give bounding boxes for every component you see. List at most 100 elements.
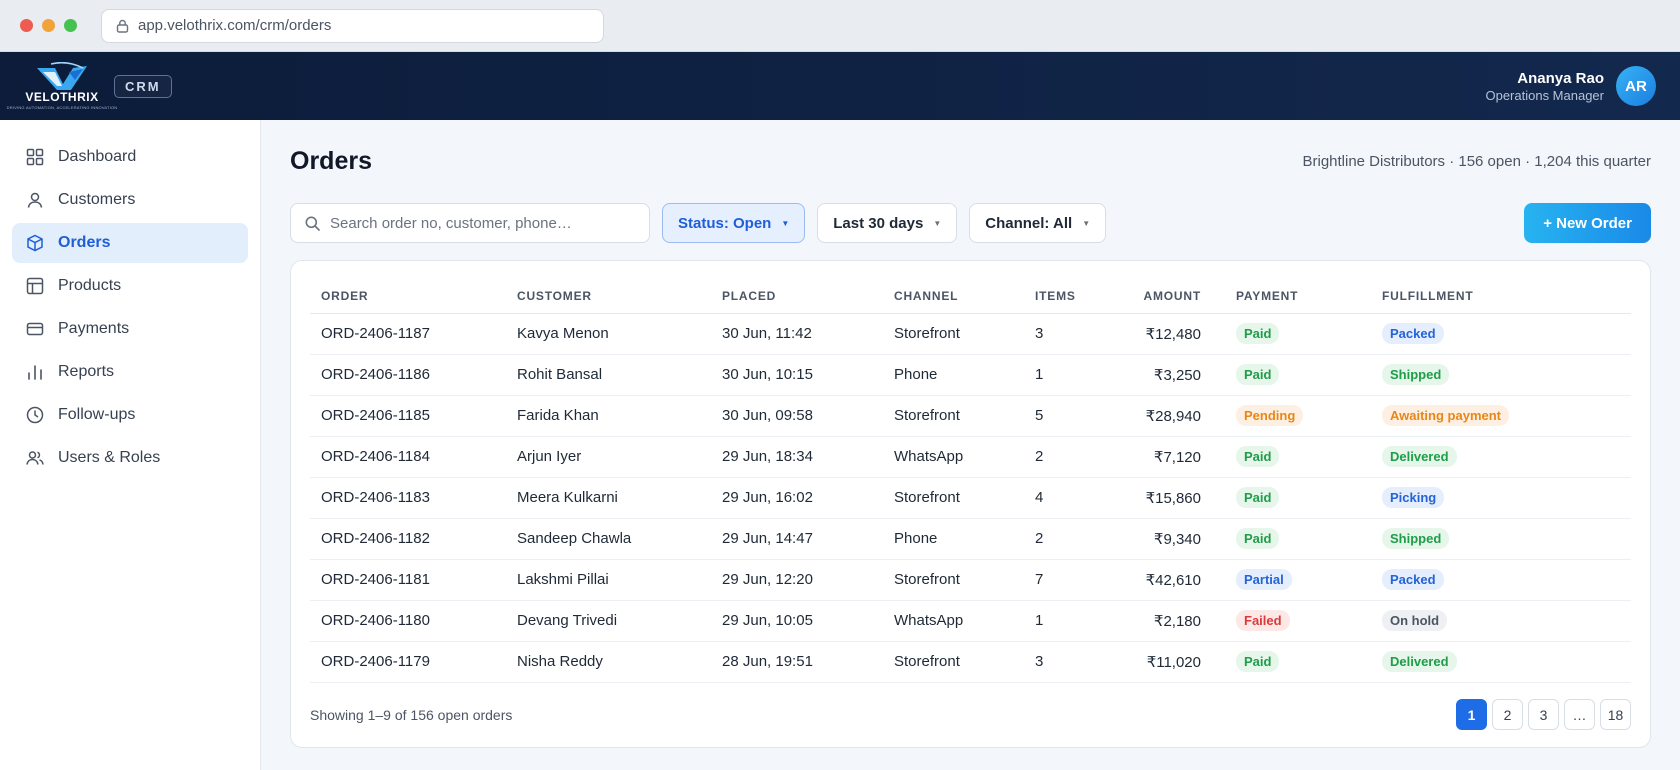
order-number: ORD-2406-1184 [310,436,506,478]
column-header-placed[interactable]: PLACED [711,279,883,314]
brand-name: VELOTHRIX [25,90,99,104]
minimize-window-button[interactable] [42,19,55,32]
cell-payment: Pending [1225,395,1371,437]
sidebar-item-follow-ups[interactable]: Follow-ups [12,395,248,435]
sidebar-item-orders[interactable]: Orders [12,223,248,263]
channel: Phone [883,354,1024,396]
table-row[interactable]: ORD-2406-1181 Lakshmi Pillai 29 Jun, 12:20… [310,559,1631,601]
order-amount: ₹3,250 [1112,354,1225,396]
table-row[interactable]: ORD-2406-1186 Rohit Bansal 30 Jun, 10:15 Ph… [310,354,1631,396]
order-number: ORD-2406-1182 [310,518,506,560]
customer-name: Rohit Bansal [506,354,711,396]
cell-fulfillment: Packed [1371,313,1631,355]
column-header-order[interactable]: ORDER [310,279,506,314]
customer-name: Devang Trivedi [506,600,711,642]
table-row[interactable]: ORD-2406-1180 Devang Trivedi 29 Jun, 10:05… [310,600,1631,642]
close-window-button[interactable] [20,19,33,32]
payment-status-badge: Paid [1236,651,1280,672]
sidebar-item-products[interactable]: Products [12,266,248,306]
channel: Storefront [883,313,1024,355]
search-box[interactable] [290,203,650,243]
table-row[interactable]: ORD-2406-1179 Nisha Reddy 28 Jun, 19:51 Sto… [310,641,1631,683]
payment-status-badge: Paid [1236,323,1280,344]
chevron-down-icon: ▼ [1082,218,1091,228]
page-button-1[interactable]: 1 [1456,699,1487,730]
card-icon [26,322,44,336]
maximize-window-button[interactable] [64,19,77,32]
url-text: app.velothrix.com/crm/orders [138,17,332,34]
customer-name: Nisha Reddy [506,641,711,683]
customer-name: Kavya Menon [506,313,711,355]
page-button-last[interactable]: 18 [1600,699,1631,730]
cell-fulfillment: Picking [1371,477,1631,519]
brand-tagline: DRIVING AUTOMATION, ACCELERATING INNOVAT… [6,105,118,110]
velothrix-logo-icon [37,62,87,90]
brand-logo[interactable]: VELOTHRIX DRIVING AUTOMATION, ACCELERATI… [7,62,117,110]
sidebar-item-label: Payments [58,320,130,337]
search-input[interactable] [330,214,630,232]
payment-status-badge: Failed [1236,610,1290,631]
order-amount: ₹15,860 [1112,477,1225,519]
sidebar-item-dashboard[interactable]: Dashboard [12,137,248,177]
sidebar-item-reports[interactable]: Reports [12,352,248,392]
fulfillment-status-badge: Shipped [1382,364,1450,385]
column-header-channel[interactable]: CHANNEL [883,279,1024,314]
sidebar-item-label: Customers [58,191,136,208]
page-title: Orders [290,147,372,175]
column-header-fulfillment[interactable]: FULFILLMENT [1371,279,1631,314]
order-number: ORD-2406-1179 [310,641,506,683]
order-number: ORD-2406-1187 [310,313,506,355]
address-bar[interactable]: app.velothrix.com/crm/orders [101,8,604,43]
account-summary: Brightline Distributors · 156 open · 1,2… [1302,153,1651,170]
avatar[interactable]: AR [1616,66,1656,106]
channel-filter[interactable]: Channel: All ▼ [969,203,1107,243]
customer-name: Lakshmi Pillai [506,559,711,601]
cell-fulfillment: Awaiting payment [1371,395,1631,437]
app-header: VELOTHRIX DRIVING AUTOMATION, ACCELERATI… [0,52,1680,120]
column-header-payment[interactable]: PAYMENT [1225,279,1371,314]
browser-chrome: app.velothrix.com/crm/orders [0,0,1680,52]
page-ellipsis: … [1564,699,1595,730]
table-row[interactable]: ORD-2406-1184 Arjun Iyer 29 Jun, 18:34 What… [310,436,1631,478]
page-button-3[interactable]: 3 [1528,699,1559,730]
channel: Storefront [883,641,1024,683]
sidebar-item-label: Products [58,277,122,294]
cell-fulfillment: Delivered [1371,641,1631,683]
placed-date: 30 Jun, 11:42 [711,313,883,355]
item-count: 5 [1024,395,1112,437]
cell-fulfillment: On hold [1371,600,1631,642]
column-header-amount[interactable]: AMOUNT [1112,279,1225,314]
sidebar-item-label: Dashboard [58,148,137,165]
new-order-button[interactable]: + New Order [1524,203,1651,243]
sidebar-item-customers[interactable]: Customers [12,180,248,220]
table-row[interactable]: ORD-2406-1182 Sandeep Chawla 29 Jun, 14:47… [310,518,1631,560]
box-icon [27,234,43,252]
customer-name: Farida Khan [506,395,711,437]
table-row[interactable]: ORD-2406-1183 Meera Kulkarni 29 Jun, 16:02… [310,477,1631,519]
table-row[interactable]: ORD-2406-1187 Kavya Menon 30 Jun, 11:42 Sto… [310,313,1631,355]
placed-date: 28 Jun, 19:51 [711,641,883,683]
customer-name: Meera Kulkarni [506,477,711,519]
cell-fulfillment: Delivered [1371,436,1631,478]
fulfillment-status-badge: On hold [1382,610,1448,631]
sidebar-item-label: Follow-ups [58,406,136,423]
sidebar-item-payments[interactable]: Payments [12,309,248,349]
date-range-filter[interactable]: Last 30 days ▼ [817,203,958,243]
cell-payment: Paid [1225,436,1371,478]
bar-chart-icon [28,365,42,380]
payment-status-badge: Paid [1236,364,1280,385]
order-amount: ₹28,940 [1112,395,1225,437]
channel: Storefront [883,559,1024,601]
status-filter[interactable]: Status: Open ▼ [662,203,806,243]
user-menu[interactable]: Ananya Rao Operations Manager AR [1485,66,1656,106]
title-row: Orders Brightline Distributors · 156 ope… [290,120,1651,203]
fulfillment-status-badge: Shipped [1382,528,1450,549]
sidebar: Dashboard Customers Orders Products Paym… [0,120,261,770]
table-row[interactable]: ORD-2406-1185 Farida Khan 30 Jun, 09:58 Sto… [310,395,1631,437]
column-header-items[interactable]: ITEMS [1024,279,1112,314]
column-header-customer[interactable]: CUSTOMER [506,279,711,314]
sidebar-item-users-roles[interactable]: Users & Roles [12,438,248,478]
page-button-2[interactable]: 2 [1492,699,1523,730]
sidebar-item-label: Reports [58,363,115,380]
layout-icon [26,277,44,295]
